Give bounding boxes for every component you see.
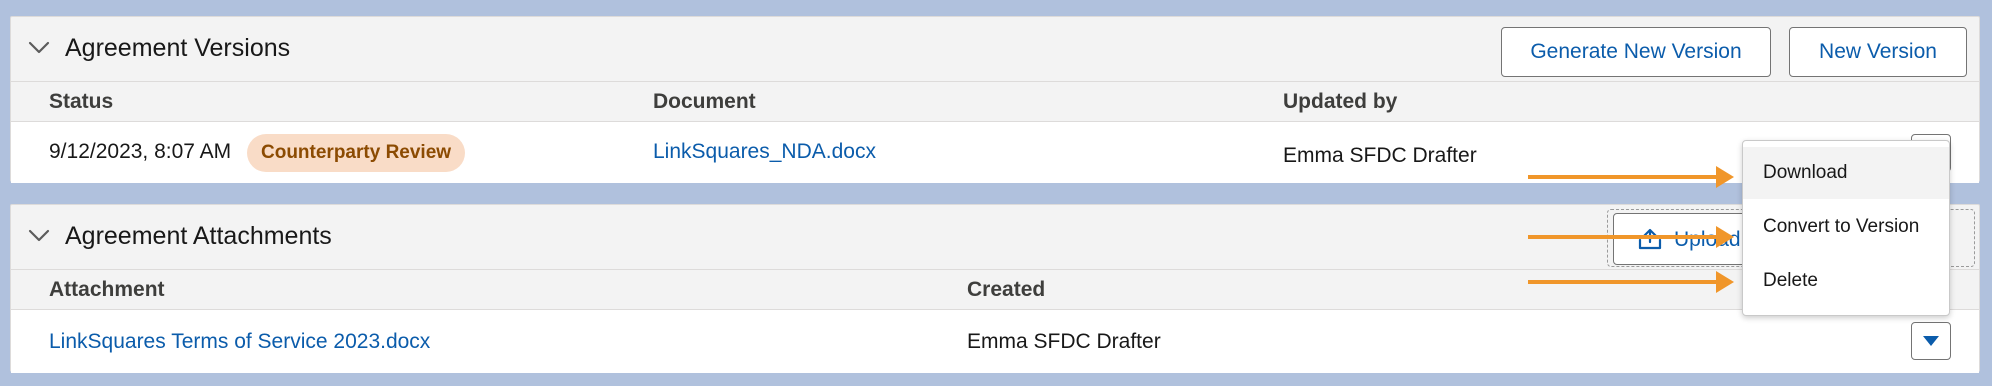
column-header-status[interactable]: Status bbox=[49, 90, 113, 114]
versions-header: Agreement Versions Generate New Version … bbox=[11, 17, 1979, 81]
column-header-document[interactable]: Document bbox=[653, 90, 756, 114]
column-header-attachment[interactable]: Attachment bbox=[49, 278, 165, 302]
upload-icon bbox=[1638, 228, 1662, 250]
document-link[interactable]: LinkSquares_NDA.docx bbox=[653, 140, 876, 164]
menu-item-delete[interactable]: Delete bbox=[1743, 255, 1949, 307]
status-badge: Counterparty Review bbox=[247, 134, 466, 172]
agreement-attachments-card: Agreement Attachments Upload Attachment … bbox=[10, 204, 1980, 373]
annotation-arrow bbox=[1528, 166, 1734, 188]
new-version-button[interactable]: New Version bbox=[1789, 27, 1967, 77]
chevron-down-icon[interactable] bbox=[27, 223, 51, 247]
annotation-arrow bbox=[1528, 271, 1734, 293]
agreement-versions-card: Agreement Versions Generate New Version … bbox=[10, 16, 1980, 183]
column-header-created[interactable]: Created bbox=[967, 278, 1045, 302]
attachments-table-header: Attachment Created bbox=[11, 269, 1979, 309]
chevron-down-icon[interactable] bbox=[27, 35, 51, 59]
row-actions-button[interactable] bbox=[1911, 322, 1951, 360]
caret-down-icon bbox=[1923, 336, 1939, 346]
column-header-updated-by[interactable]: Updated by bbox=[1283, 90, 1397, 114]
attachments-title: Agreement Attachments bbox=[65, 222, 332, 250]
created-by: Emma SFDC Drafter bbox=[967, 330, 1161, 353]
menu-item-convert-to-version[interactable]: Convert to Version bbox=[1743, 201, 1949, 253]
row-actions-menu: Download Convert to Version Delete bbox=[1742, 140, 1950, 316]
table-row: LinkSquares Terms of Service 2023.docx E… bbox=[11, 309, 1979, 373]
generate-new-version-button[interactable]: Generate New Version bbox=[1501, 27, 1771, 77]
updated-by: Emma SFDC Drafter bbox=[1283, 144, 1477, 167]
versions-title: Agreement Versions bbox=[65, 34, 291, 62]
versions-table-header: Status Document Updated by bbox=[11, 81, 1979, 121]
table-row: 9/12/2023, 8:07 AM Counterparty Review L… bbox=[11, 121, 1979, 183]
annotation-arrow bbox=[1528, 226, 1734, 248]
version-date: 9/12/2023, 8:07 AM bbox=[49, 140, 232, 163]
menu-item-download[interactable]: Download bbox=[1743, 147, 1949, 199]
attachment-link[interactable]: LinkSquares Terms of Service 2023.docx bbox=[49, 330, 430, 354]
